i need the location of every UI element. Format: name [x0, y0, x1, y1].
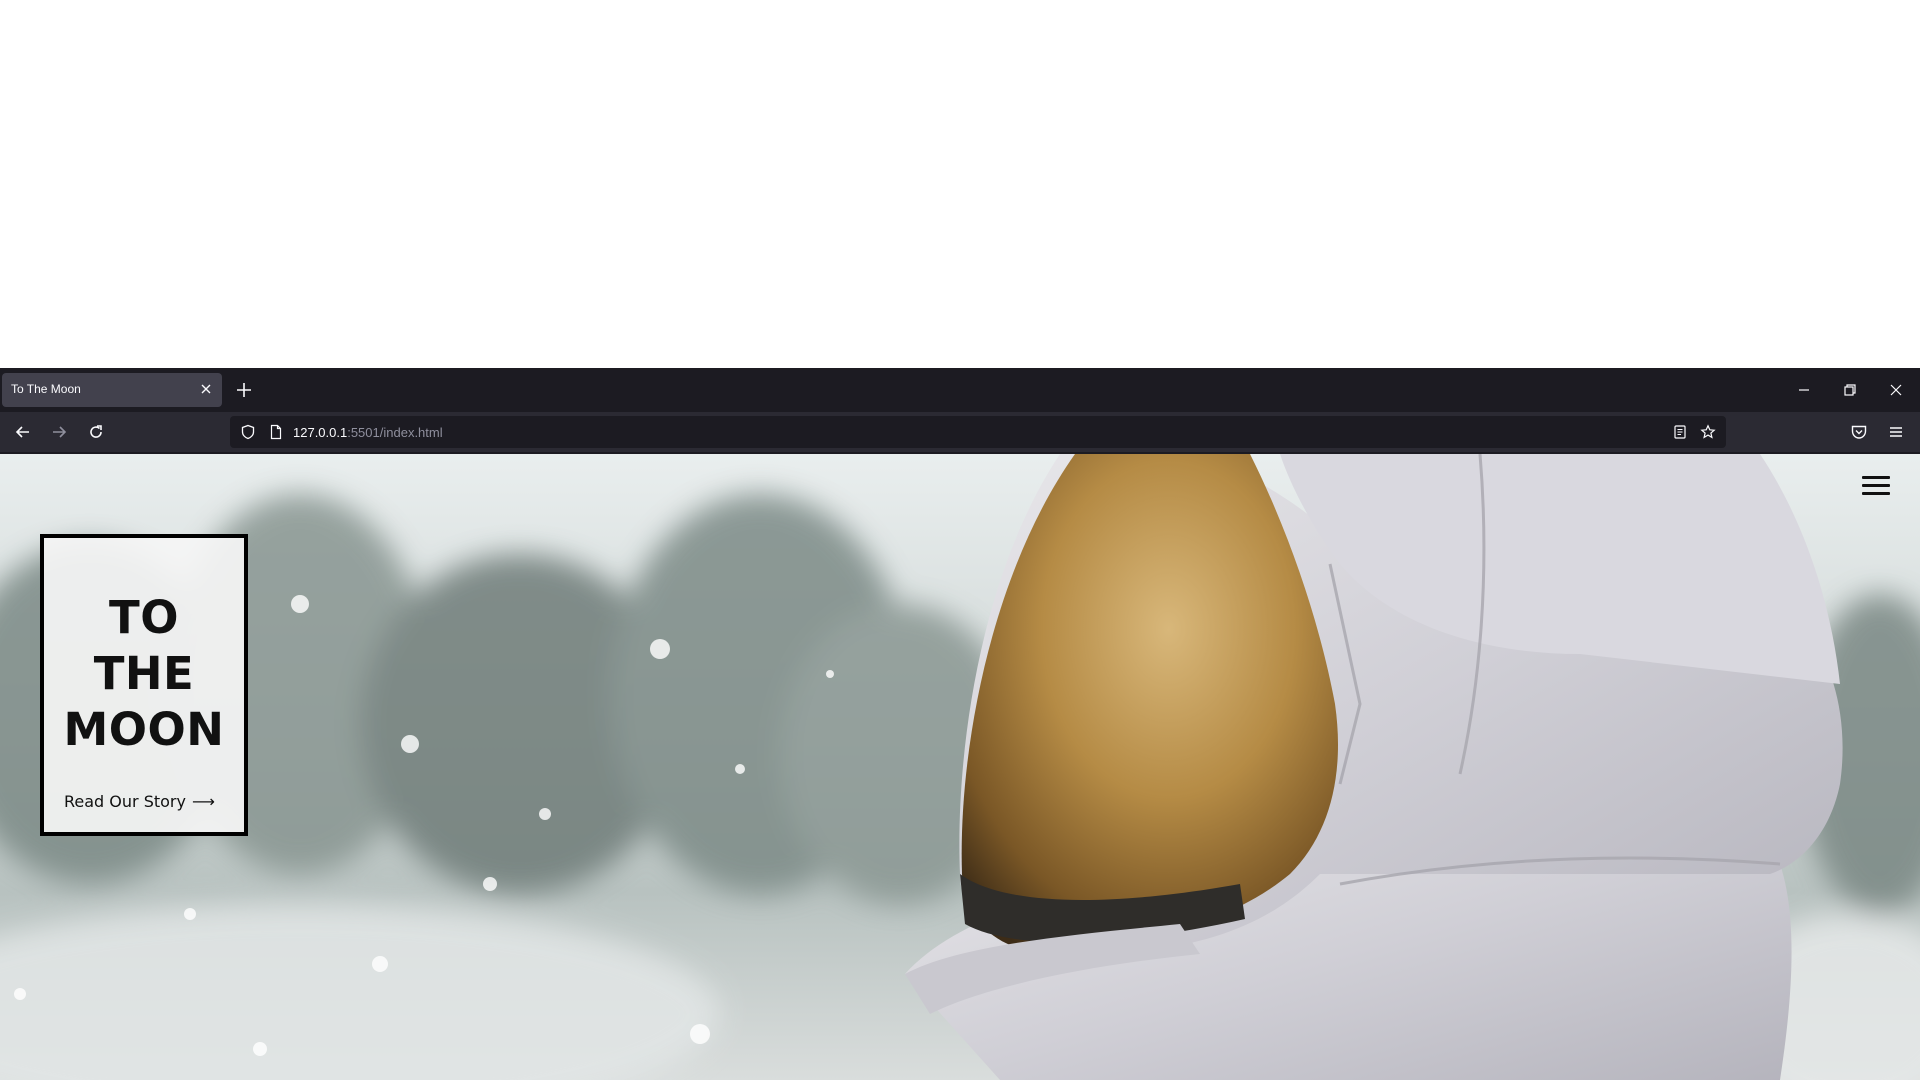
bookmark-star-icon[interactable] — [1700, 424, 1716, 440]
tab-title: To The Moon — [11, 382, 81, 396]
page-viewport: TO THE MOON Read Our Story ⟶ — [0, 454, 1920, 1080]
shield-icon[interactable] — [240, 424, 256, 440]
hero-image — [0, 454, 1920, 1080]
read-our-story-label: Read Our Story — [64, 792, 186, 811]
plus-icon[interactable] — [234, 380, 254, 400]
close-icon[interactable] — [198, 381, 214, 397]
url-bar[interactable]: 127.0.0.1:5501/index.html — [230, 416, 1726, 448]
hamburger-menu-icon[interactable] — [1862, 476, 1890, 498]
pocket-icon[interactable] — [1849, 422, 1869, 442]
arrow-right-icon: ⟶ — [191, 792, 215, 811]
arrow-right-icon[interactable] — [49, 422, 69, 442]
hero-title: TO THE MOON — [44, 590, 244, 758]
url-host: 127.0.0.1 — [293, 425, 348, 440]
restore-icon[interactable] — [1840, 380, 1860, 400]
browser-window: To The Moon 127.0.0.1:5501/index.html TO… — [0, 368, 1920, 1080]
hero-title-line: MOON — [63, 703, 225, 756]
tab-active[interactable]: To The Moon — [2, 373, 222, 407]
app-menu-icon[interactable] — [1886, 422, 1906, 442]
minimize-icon[interactable] — [1794, 380, 1814, 400]
hero-title-line: THE — [93, 647, 195, 700]
tab-strip: To The Moon — [0, 368, 1920, 412]
url-path: :5501/index.html — [347, 425, 443, 440]
reload-icon[interactable] — [86, 422, 106, 442]
arrow-left-icon[interactable] — [13, 422, 33, 442]
url-text[interactable]: 127.0.0.1:5501/index.html — [293, 425, 443, 440]
page-icon[interactable] — [268, 424, 284, 440]
hamburger-line — [1862, 484, 1890, 487]
close-icon[interactable] — [1886, 380, 1906, 400]
read-our-story-link[interactable]: Read Our Story ⟶ — [64, 792, 215, 811]
hero-card: TO THE MOON Read Our Story ⟶ — [40, 534, 248, 836]
reader-view-icon[interactable] — [1672, 424, 1688, 440]
desktop-background — [0, 0, 1920, 368]
hamburger-line — [1862, 492, 1890, 495]
nav-toolbar: 127.0.0.1:5501/index.html — [0, 412, 1920, 452]
hero-title-line: TO — [109, 591, 179, 644]
hamburger-line — [1862, 476, 1890, 479]
